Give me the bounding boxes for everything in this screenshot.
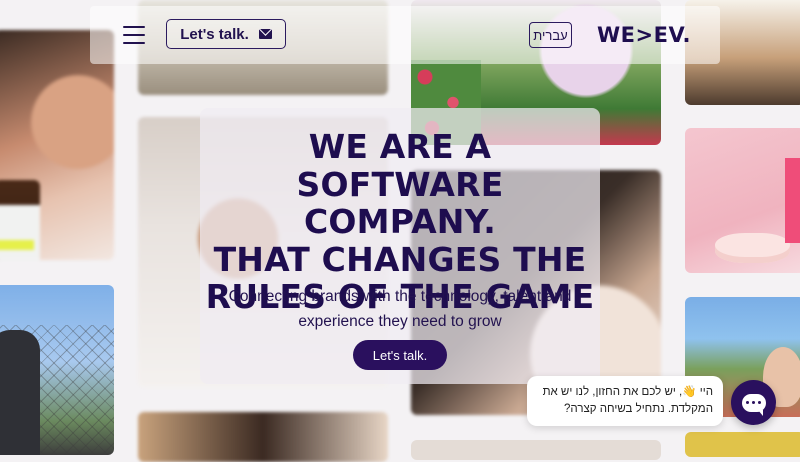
- lets-talk-header-button[interactable]: Let's talk.: [166, 19, 286, 49]
- photo-tile-sports-court: [0, 285, 114, 455]
- photo-tile-cosmetics: [685, 128, 800, 273]
- hero-title-line: COMPANY.: [304, 202, 496, 241]
- chat-launcher-button[interactable]: [731, 380, 776, 425]
- lets-talk-header-label: Let's talk.: [180, 25, 249, 43]
- hamburger-menu-icon[interactable]: [123, 26, 145, 44]
- lets-talk-hero-button[interactable]: Let's talk.: [353, 340, 447, 370]
- athlete: [0, 330, 40, 455]
- product-label: [0, 205, 40, 260]
- logo[interactable]: WE>EV.: [597, 22, 691, 48]
- hero-subtitle: Connecting brands with the technology, t…: [200, 284, 600, 334]
- chat-greeting-bubble[interactable]: היי 👋, יש לכם את החזון, לנו יש את המקלדת…: [527, 376, 723, 426]
- photo-tile-woman-smiling: [0, 30, 114, 260]
- chat-icon: [741, 393, 766, 416]
- photo-tile-bottom: [411, 440, 661, 460]
- hero-title-line: WE ARE A SOFTWARE: [296, 127, 504, 204]
- hero-subtitle-line: experience they need to grow: [298, 313, 502, 330]
- mail-icon: [258, 29, 272, 39]
- hero-subtitle-line: Connecting brands with the technology, t…: [228, 288, 572, 305]
- photo-tile-group: [138, 412, 388, 462]
- hero-title-line: THAT CHANGES THE: [213, 239, 587, 279]
- photo-tile-yellow: [685, 432, 800, 457]
- product-label-accent: [0, 240, 34, 250]
- language-label: עברית: [533, 27, 568, 43]
- chat-greeting-line: המקלדת. נתחיל בשיחה קצרה?: [564, 403, 713, 415]
- cream-jar: [715, 233, 790, 263]
- cosmetic-tube: [785, 158, 800, 243]
- language-switch-button[interactable]: עברית: [529, 22, 572, 48]
- chat-greeting-line: היי 👋, יש לכם את החזון, לנו יש את: [542, 386, 713, 398]
